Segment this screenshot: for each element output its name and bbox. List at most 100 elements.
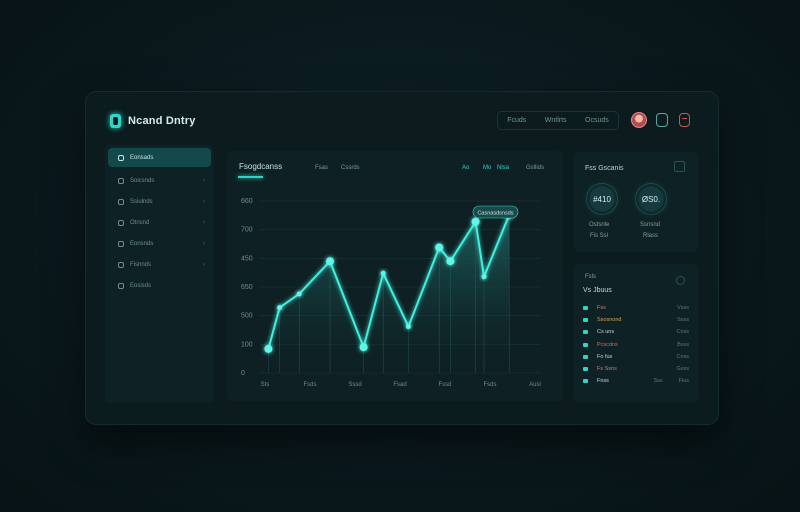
x-tick-label: Fssd [438,382,451,388]
expand-icon[interactable] [674,161,685,172]
y-tick-label: 650 [241,284,253,291]
chevron-right-icon: › [203,261,205,268]
y-tick-label: 500 [241,313,253,320]
data-point[interactable] [277,305,283,311]
data-point[interactable] [359,343,368,352]
gauge-value: ØS0. [641,194,661,204]
gauge-sublabel: Fis Ssl [590,233,608,239]
x-tick-label: Fsds [303,382,316,388]
list-item-value: Flus [678,378,689,385]
gauge-label: Ostsnle [589,222,610,228]
list-item[interactable]: Pcscdns Bsss [583,341,689,349]
chevron-right-icon: › [203,177,205,184]
data-point[interactable] [326,257,334,266]
sidebar-item[interactable]: Soicsnds › [108,171,211,190]
list-item-label: Cs uns [597,329,615,336]
gauge-value: #410 [593,194,611,204]
list-item[interactable]: Fo fus Cnss [583,353,689,361]
data-point[interactable] [380,270,386,276]
avatar[interactable] [631,112,647,128]
data-point[interactable] [481,274,487,280]
list-item[interactable]: Fnss Sss Flus [583,377,689,385]
app-logo-icon [110,114,121,128]
list-item-value: Vsss [677,305,689,311]
folder-icon [118,240,124,247]
status-dot [583,379,588,384]
status-dot [583,330,588,335]
data-point[interactable] [471,217,480,226]
brand: Ncand Dntry [110,114,196,128]
data-point[interactable] [405,324,411,330]
y-tick-label: 0 [241,370,245,377]
top-nav-item[interactable]: Ocsuds [585,117,609,124]
list-item-value: Gsss [676,366,689,372]
status-dot [583,342,588,347]
list-item-label: Fnss [597,378,609,385]
sidebar-item[interactable]: Otnsnd › [108,213,211,232]
x-tick-label: Fsds [483,382,496,388]
list-item-value: Bsss [677,341,689,348]
gauge-sublabel: Rlass [643,233,659,239]
sidebar-item[interactable]: Ssiulnds › [108,192,211,211]
sidebar-item[interactable]: Eonsads [108,148,211,167]
top-nav: Fcuds Wntlrts Ocsuds [497,111,619,130]
refresh-icon [118,177,124,184]
gauge-ring: #410 [587,184,617,214]
gauge-ring: ØS0. [636,184,666,214]
sidebar-item[interactable]: Fisnnds › [108,255,211,274]
list-item[interactable]: Fs Ssns Gsss [583,365,689,373]
more-icon[interactable] [676,276,685,285]
app-title: Ncand Dntry [128,115,196,127]
gauge-label: Ssnsnd [640,222,661,228]
chart-area [268,214,510,373]
calendar-icon [118,261,124,268]
list-item-label: Pcscdns [597,341,618,348]
y-tick-label: 660 [241,198,253,205]
chevron-right-icon: › [203,198,205,205]
x-tick-label: Sts [261,382,270,388]
x-tick-label: Sssd [348,382,361,388]
top-nav-item[interactable]: Fcuds [507,117,526,124]
area-chart: 660 700 450 650 500 100 0 Sts Fsds Sssd Fsad Fssd F… [241,198,541,388]
list-item-label: Ssosnond [597,317,622,324]
list-item-label: Fss [597,305,606,311]
status-dot [583,306,588,310]
list-caption: Fsls [585,274,596,280]
sidebar-item[interactable]: Eosisds [108,276,211,295]
y-tick-label: 100 [241,341,253,348]
status-dot [583,354,588,359]
chart-tooltip-label: Casnasdsnsds [477,211,513,217]
status-dot [583,318,588,323]
list-item-value: Cnss [676,353,689,360]
list-item[interactable]: Ssosnond Ssss [583,316,689,324]
data-point[interactable] [264,344,273,353]
top-nav-item[interactable]: Wntlrts [545,117,567,124]
sidebar-item[interactable]: Eonsnds › [108,234,211,253]
list-item-label: Fo fus [597,353,613,360]
stats-title: Fss Gscanis [585,165,624,172]
list-item[interactable]: Cs uns Cnss [583,328,689,336]
globe-icon [118,219,124,226]
home-icon [118,154,124,161]
list-item-meta: Sss [653,378,663,385]
sidebar: Eonsads Soicsnds › Ssiulnds › Otnsnd › E… [105,145,214,403]
chart-tooltip: Casnasdsnsds [472,205,519,219]
x-tick-label: Fsad [393,382,406,388]
list-title: Vs Jbuus [583,287,612,294]
chevron-right-icon: › [203,240,205,247]
x-tick-label: Ausl [529,382,541,388]
list-item-value: Ssss [677,317,689,324]
settings-icon [118,198,124,205]
data-point[interactable] [435,243,444,252]
document-icon [118,282,124,289]
notification-icon[interactable] [679,113,690,127]
data-point[interactable] [296,291,302,297]
y-tick-label: 450 [241,255,253,262]
chevron-right-icon: › [203,219,205,226]
list-item-label: Fs Ssns [597,366,617,372]
status-dot [583,367,588,371]
list-item[interactable]: Fss Vsss [583,304,689,312]
data-point[interactable] [446,257,455,266]
y-tick-label: 700 [241,227,253,234]
clock-icon[interactable] [656,113,668,127]
